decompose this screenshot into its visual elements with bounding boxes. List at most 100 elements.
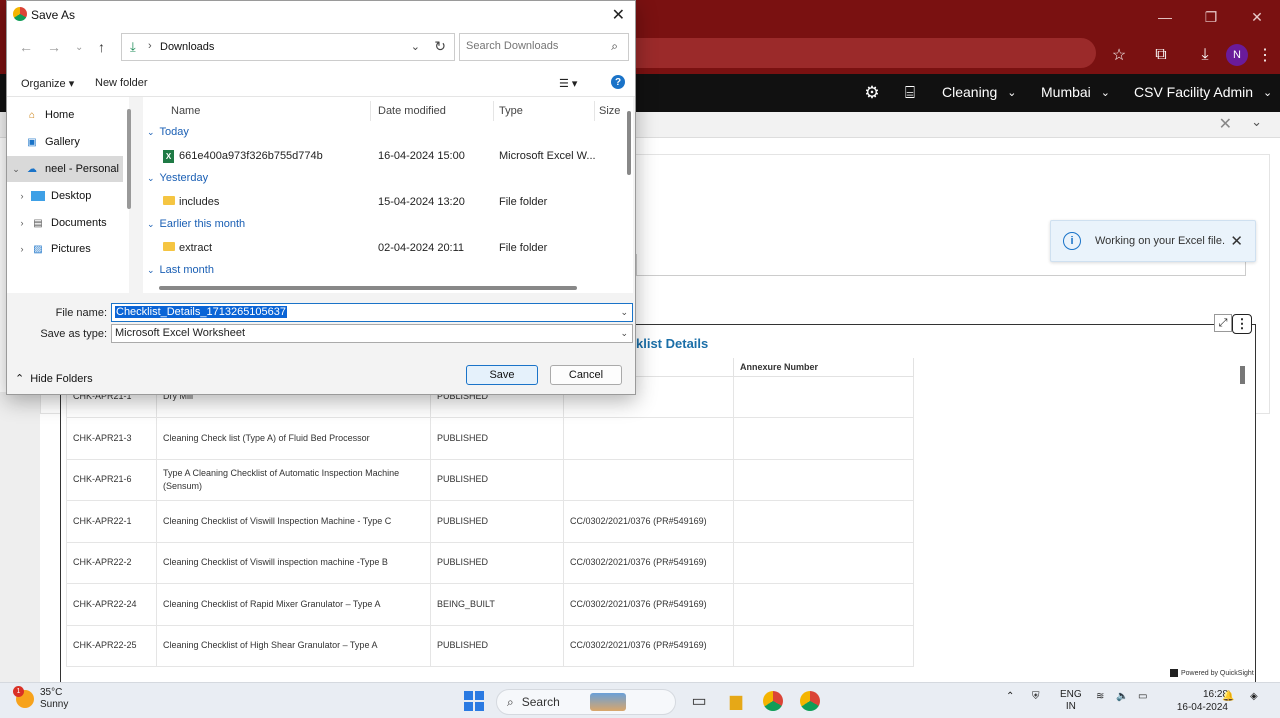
chevron-down-icon[interactable]: ⌄: [620, 307, 628, 318]
table-cell: CC/0302/2021/0376 (PR#549169): [563, 583, 734, 626]
chevron-down-icon[interactable]: ⌄: [411, 40, 420, 53]
clear-icon[interactable]: ✕: [1219, 114, 1232, 134]
tree-item-pictures[interactable]: › ▨ Pictures: [7, 236, 123, 262]
hide-folders-button[interactable]: ⌃ Hide Folders: [15, 372, 93, 386]
minimize-icon[interactable]: —: [1142, 0, 1188, 34]
battery-icon[interactable]: ▭: [1138, 691, 1147, 702]
table-scrollbar[interactable]: [1238, 362, 1246, 662]
table-row[interactable]: CHK-APR22-2 Cleaning Checklist of Viswill…: [66, 541, 914, 584]
profile-avatar[interactable]: N: [1226, 44, 1248, 66]
file-row[interactable]: X 661e400a973f326b755d774b 16-04-2024 15…: [143, 147, 625, 167]
tree-item-gallery[interactable]: ▣ Gallery: [7, 129, 123, 155]
table-row[interactable]: CHK-APR21-3 Cleaning Check list (Type A) …: [66, 417, 914, 460]
volume-icon[interactable]: 🔈: [1116, 691, 1128, 702]
path-bar[interactable]: ⤓ › Downloads ⌄ ↻: [121, 33, 455, 61]
file-explorer-icon[interactable]: ▆: [724, 689, 748, 713]
chrome-icon[interactable]: [761, 689, 785, 713]
tree-scrollbar[interactable]: [127, 109, 131, 209]
group-yesterday[interactable]: ⌄ Yesterday: [143, 172, 208, 184]
up-arrow-icon[interactable]: ↑: [98, 39, 105, 55]
organize-button[interactable]: Organize ▾: [21, 77, 74, 90]
col-header-annexure[interactable]: Annexure Number: [733, 358, 914, 377]
file-row[interactable]: extract 02-04-2024 20:11 File folder: [143, 239, 625, 259]
address-bar[interactable]: [636, 38, 1280, 70]
visual-menu-icon[interactable]: ⋮: [1232, 314, 1252, 334]
file-list-vscrollbar[interactable]: [627, 111, 631, 175]
bookmark-star-icon[interactable]: ☆: [1108, 44, 1130, 66]
tree-item-onedrive[interactable]: ⌄ ☁ neel - Personal: [7, 156, 123, 182]
help-icon[interactable]: ?: [611, 75, 625, 89]
copilot-icon[interactable]: ◈: [1250, 691, 1258, 702]
weather-widget[interactable]: 1 35°C Sunny: [13, 686, 68, 711]
file-name-field[interactable]: Checklist_Details_1713265105637 ⌄: [111, 303, 633, 322]
scan-icon[interactable]: ⌸: [899, 82, 921, 104]
module-dropdown[interactable]: Cleaning ⌄: [942, 84, 1016, 100]
role-dropdown[interactable]: CSV Facility Admin ⌄: [1134, 84, 1272, 100]
chevron-up-icon[interactable]: ⌃: [1006, 691, 1014, 702]
downloads-icon[interactable]: ⤓: [1194, 44, 1216, 66]
close-icon[interactable]: ✕: [612, 5, 625, 25]
notification-bell-icon[interactable]: 🔔: [1222, 691, 1234, 702]
file-list-hscrollbar[interactable]: [159, 286, 577, 290]
view-options-icon[interactable]: ☰ ▾: [559, 77, 577, 90]
close-window-icon[interactable]: ✕: [1234, 0, 1280, 34]
browser-menu-icon[interactable]: ⋮: [1254, 44, 1276, 66]
expand-icon[interactable]: ⤢: [1214, 314, 1232, 332]
chevron-right-icon[interactable]: ›: [13, 218, 31, 228]
folder-icon: [163, 196, 175, 205]
tree-item-home[interactable]: ⌂ Home: [7, 102, 123, 128]
col-header-name[interactable]: Name: [171, 101, 371, 121]
start-button[interactable]: [462, 689, 486, 713]
group-last-month[interactable]: ⌄ Last month: [143, 264, 214, 276]
recent-locations-icon[interactable]: ⌄: [75, 42, 83, 53]
table-cell: [733, 624, 914, 667]
table-cell: CHK-APR21-6: [66, 458, 157, 501]
chevron-down-icon[interactable]: ⌄: [1251, 114, 1262, 130]
wifi-icon[interactable]: ≋: [1096, 691, 1104, 702]
taskbar-search[interactable]: ⌕ Search: [496, 689, 676, 715]
chrome-profile-icon[interactable]: [798, 689, 822, 713]
table-cell: Cleaning Check list (Type A) of Fluid Be…: [156, 417, 431, 460]
save-button[interactable]: Save: [466, 365, 538, 385]
language-indicator[interactable]: ENG IN: [1060, 689, 1082, 713]
table-cell: PUBLISHED: [430, 417, 564, 460]
search-box[interactable]: ⌕: [459, 33, 629, 61]
col-header-size[interactable]: Size: [599, 101, 629, 121]
table-scroll-thumb[interactable]: [1240, 366, 1245, 384]
chevron-right-icon[interactable]: ›: [13, 191, 31, 201]
settings-gear-icon[interactable]: ⚙: [861, 82, 883, 104]
clock[interactable]: 16:28 16-04-2024: [1177, 688, 1228, 714]
file-row[interactable]: includes 15-04-2024 13:20 File folder: [143, 193, 625, 213]
tree-item-desktop[interactable]: › Desktop: [7, 183, 123, 209]
chevron-down-icon: ⌄: [1100, 86, 1111, 99]
table-row[interactable]: CHK-APR22-1 Cleaning Checklist of Viswill…: [66, 500, 914, 543]
refresh-icon[interactable]: ↻: [434, 38, 446, 55]
col-header-type[interactable]: Type: [499, 101, 595, 121]
new-folder-button[interactable]: New folder: [95, 77, 148, 89]
group-today[interactable]: ⌄ Today: [143, 126, 189, 138]
tree-label: Desktop: [51, 190, 92, 202]
close-icon[interactable]: ✕: [1230, 232, 1243, 250]
left-margin: [0, 392, 40, 682]
forward-arrow-icon[interactable]: →: [47, 39, 61, 55]
taskbar: 1 35°C Sunny ⌕ Search ▭ ▆ ⌃ ⛨ ENG IN ≋ 🔈 ▭ …: [0, 682, 1280, 718]
search-input[interactable]: [466, 40, 596, 52]
task-view-icon[interactable]: ▭: [687, 689, 711, 713]
table-row[interactable]: CHK-APR22-25 Cleaning Checklist of High S…: [66, 624, 914, 667]
cancel-button[interactable]: Cancel: [550, 365, 622, 385]
save-type-select[interactable]: Microsoft Excel Worksheet ⌄: [111, 324, 633, 343]
group-earlier-this-month[interactable]: ⌄ Earlier this month: [143, 218, 245, 230]
maximize-icon[interactable]: ❐: [1188, 0, 1234, 34]
back-arrow-icon[interactable]: ←: [19, 39, 33, 55]
chevron-right-icon[interactable]: ›: [13, 244, 31, 254]
col-header-date[interactable]: Date modified: [378, 101, 494, 121]
extensions-icon[interactable]: ⧉: [1150, 44, 1172, 66]
site-dropdown[interactable]: Mumbai ⌄: [1041, 84, 1110, 100]
security-icon[interactable]: ⛨: [1032, 691, 1040, 702]
tree-item-documents[interactable]: › ▤ Documents: [7, 210, 123, 236]
table-row[interactable]: CHK-APR22-24 Cleaning Checklist of Rapid …: [66, 583, 914, 626]
chevron-down-icon[interactable]: ⌄: [7, 164, 25, 175]
table-row[interactable]: CHK-APR21-6 Type A Cleaning Checklist of …: [66, 458, 914, 501]
dialog-titlebar[interactable]: Save As ✕: [7, 1, 635, 27]
toast-notification: i Working on your Excel file. ✕: [1050, 220, 1256, 262]
